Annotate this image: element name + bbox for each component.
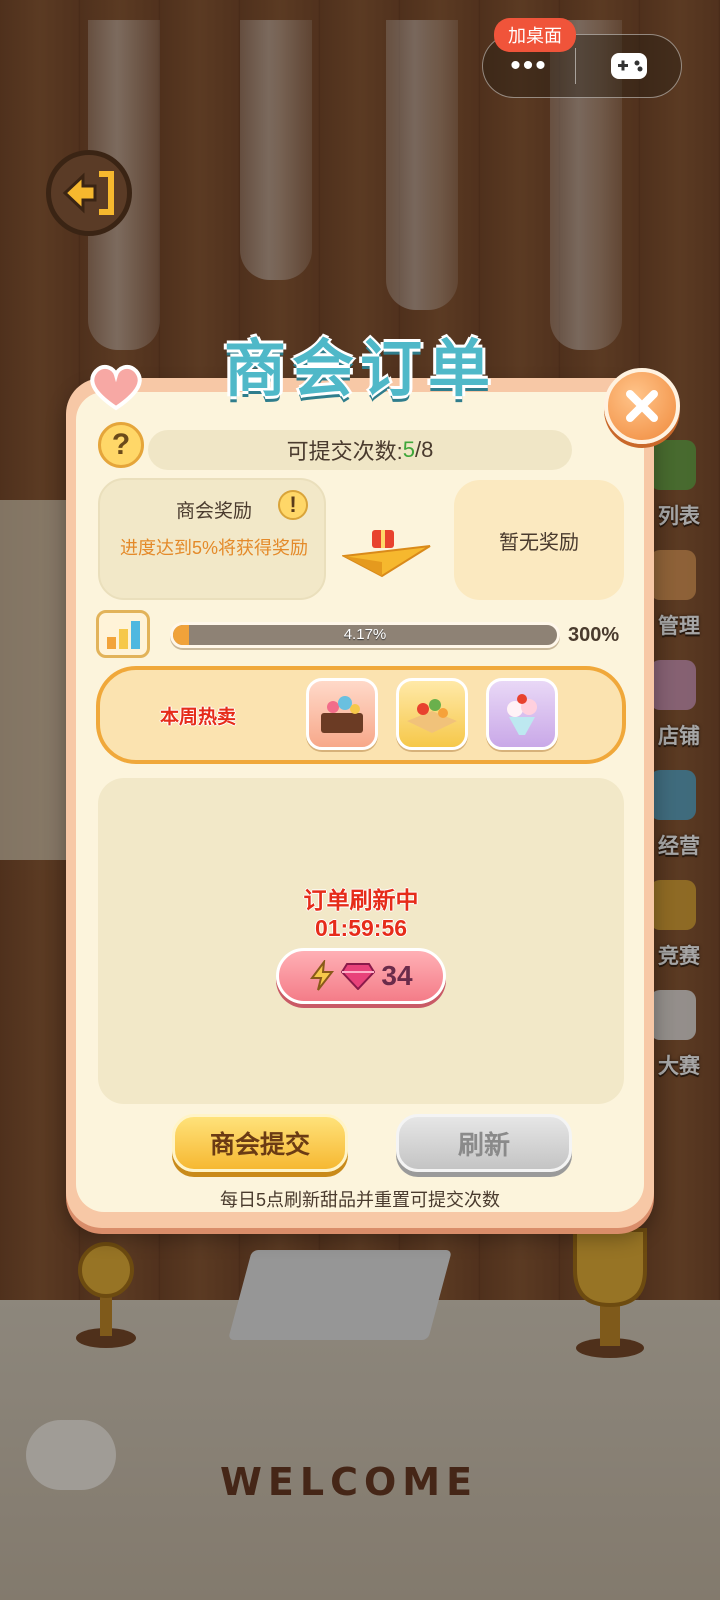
weekly-hot-sales-bar: 本周热卖 [96,666,626,764]
submit-count-total: 8 [421,437,434,462]
exit-arrow-icon [62,171,114,215]
submit-count-current: 5 [402,437,415,462]
daily-reset-note: 每日5点刷新甜品并重置可提交次数 [219,1190,500,1210]
submit-count: 可提交次数: 5 / 8 [148,430,572,470]
guild-reward-box: 商会奖励 ! 进度达到5%将获得奖励 [98,478,326,600]
ice-cream-sundae-icon [507,694,537,735]
reward-info-icon[interactable]: ! [278,490,308,520]
reward-description: 进度达到5%将获得奖励 [119,538,308,558]
heart-icon [90,364,142,411]
progress-text: 4.17% [343,626,387,643]
more-menu-button[interactable]: ••• [483,49,575,83]
lightning-icon [310,960,335,991]
next-reward-text: 暂无奖励 [499,531,579,554]
guild-progress-bar: 4.17% [170,622,560,648]
dialog-title: 商会订单 [223,335,496,404]
gem-cost: 34 [381,960,413,991]
paper-plane-gift-icon [342,530,431,578]
gamepad-icon [610,53,647,79]
speed-up-refresh-button[interactable]: 34 [276,948,446,1004]
hot-item-cake[interactable] [306,678,378,750]
guild-submit-button[interactable]: 商会提交 [172,1114,348,1172]
cake-dessert-icon [321,696,363,733]
next-reward-box: 暂无奖励 [454,480,624,600]
hot-item-sundae[interactable] [486,678,558,750]
progress-max: 300% [568,624,620,646]
ranking-chart-icon[interactable] [96,610,150,658]
refresh-status-text: 订单刷新中 [303,887,419,913]
gem-icon [341,963,376,990]
order-refresh-status: 订单刷新中 01:59:56 [98,886,624,942]
hot-sales-label: 本周热卖 [160,707,237,728]
help-icon[interactable]: ? [98,422,144,468]
close-icon [626,390,658,422]
back-button[interactable] [46,150,132,236]
hot-item-tart[interactable] [396,678,468,750]
refresh-button[interactable]: 刷新 [396,1114,572,1172]
refresh-countdown: 01:59:56 [314,915,408,941]
add-to-desktop-button[interactable]: 加桌面 [494,18,576,52]
close-button[interactable] [604,368,680,444]
fruit-tart-icon [407,699,457,733]
gamepad-button[interactable] [576,51,681,81]
submit-count-label: 可提交次数: [286,439,403,464]
